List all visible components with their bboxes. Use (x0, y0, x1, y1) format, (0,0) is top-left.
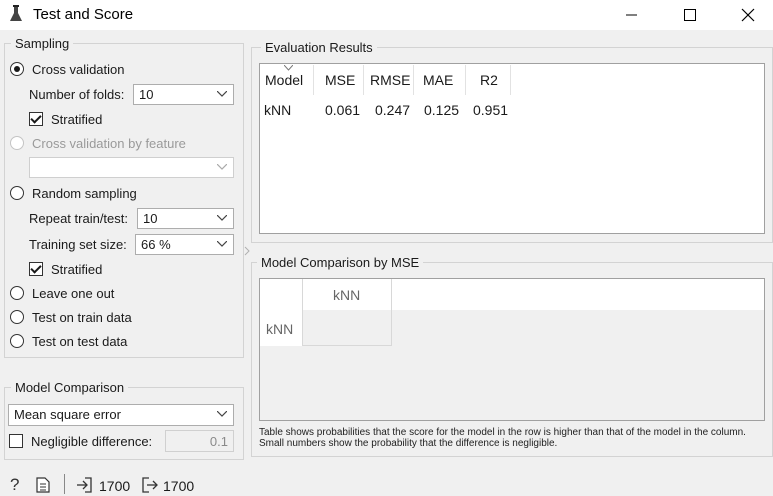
training-set-size-select[interactable]: 66 % (135, 234, 234, 255)
rs-stratified-label: Stratified (51, 262, 103, 277)
input-icon (77, 477, 92, 493)
cv-stratified-label: Stratified (51, 112, 103, 127)
feature-select[interactable] (29, 157, 234, 178)
chevron-down-icon (217, 241, 227, 247)
close-button[interactable] (720, 0, 773, 30)
output-count: 1700 (163, 478, 195, 494)
column-header-mse[interactable]: MSE (325, 72, 355, 88)
close-icon (741, 8, 755, 22)
flask-icon (10, 5, 22, 21)
chevron-down-icon (217, 215, 227, 221)
test-on-train-radio[interactable] (10, 310, 24, 324)
evaluation-results-group-label: Evaluation Results (261, 40, 377, 55)
sampling-group-label: Sampling (11, 36, 74, 51)
column-header-mae[interactable]: MAE (423, 72, 453, 88)
repeat-train-test-select[interactable]: 10 (137, 208, 234, 229)
column-separator (413, 65, 414, 95)
comparison-note-line2: Small numbers show the probability that … (259, 438, 558, 449)
random-sampling-radio[interactable] (10, 186, 24, 200)
cross-validation-by-feature-radio[interactable] (10, 136, 24, 150)
repeat-train-test-value: 10 (143, 211, 158, 226)
negligible-difference-label: Negligible difference: (31, 434, 153, 449)
test-on-test-label: Test on test data (32, 334, 128, 349)
column-separator (363, 65, 364, 95)
negligible-difference-checkbox[interactable] (9, 434, 23, 448)
column-header-r2[interactable]: R2 (480, 72, 498, 88)
cv-stratified-checkbox[interactable] (29, 112, 43, 126)
training-set-size-label: Training set size: (29, 237, 127, 252)
title-bar: Test and Score (0, 0, 773, 30)
report-icon[interactable] (36, 477, 50, 493)
leave-one-out-label: Leave one out (32, 286, 115, 301)
number-of-folds-select[interactable]: 10 (133, 84, 234, 105)
comparison-metric-select[interactable]: Mean square error (8, 404, 234, 426)
cell-mae[interactable]: 0.125 (424, 102, 459, 118)
negligible-difference-value: 0.1 (209, 434, 228, 449)
cell-mse[interactable]: 0.061 (325, 102, 360, 118)
minimize-button[interactable] (604, 0, 660, 30)
cross-validation-by-feature-label: Cross validation by feature (32, 136, 186, 151)
evaluation-results-table[interactable]: Model MSE RMSE MAE R2 kNN 0.061 0.247 0.… (259, 63, 765, 234)
leave-one-out-radio[interactable] (10, 286, 24, 300)
matrix-column-header: kNN (333, 287, 361, 303)
column-separator (465, 65, 466, 95)
column-header-rmse[interactable]: RMSE (370, 72, 410, 88)
number-of-folds-value: 10 (139, 87, 154, 102)
maximize-button[interactable] (662, 0, 718, 30)
matrix-gridline (302, 345, 392, 346)
splitter-handle-icon[interactable] (244, 246, 250, 256)
cell-r2[interactable]: 0.951 (473, 102, 508, 118)
sort-indicator-icon (284, 65, 293, 71)
column-separator (313, 65, 314, 95)
repeat-train-test-label: Repeat train/test: (29, 211, 128, 226)
cross-validation-label: Cross validation (32, 62, 125, 77)
help-icon[interactable]: ? (10, 475, 19, 495)
rs-stratified-checkbox[interactable] (29, 262, 43, 276)
test-on-train-label: Test on train data (32, 310, 132, 325)
chevron-down-icon (217, 91, 227, 97)
output-icon (142, 477, 158, 493)
chevron-down-icon (217, 164, 227, 170)
cross-validation-radio[interactable] (10, 62, 24, 76)
column-separator (510, 65, 511, 95)
random-sampling-label: Random sampling (32, 186, 137, 201)
minimize-icon (626, 14, 637, 16)
column-header-model[interactable]: Model (265, 72, 303, 88)
model-comparison-by-mse-group-label: Model Comparison by MSE (257, 255, 424, 270)
number-of-folds-label: Number of folds: (29, 87, 125, 102)
model-comparison-group-label: Model Comparison (11, 380, 129, 395)
cell-model[interactable]: kNN (264, 102, 291, 118)
input-count: 1700 (99, 478, 131, 494)
comparison-metric-value: Mean square error (14, 407, 121, 422)
matrix-gridline (391, 279, 392, 346)
status-divider (64, 474, 65, 494)
matrix-gridline (302, 279, 303, 346)
chevron-down-icon (217, 411, 227, 417)
maximize-icon (684, 9, 696, 21)
test-on-test-radio[interactable] (10, 334, 24, 348)
negligible-difference-spinbox[interactable]: 0.1 (165, 430, 234, 452)
cell-rmse[interactable]: 0.247 (375, 102, 410, 118)
matrix-row-header: kNN (266, 321, 294, 337)
window-title: Test and Score (33, 6, 134, 23)
training-set-size-value: 66 % (141, 237, 171, 252)
comparison-matrix[interactable]: kNN kNN (259, 278, 765, 421)
